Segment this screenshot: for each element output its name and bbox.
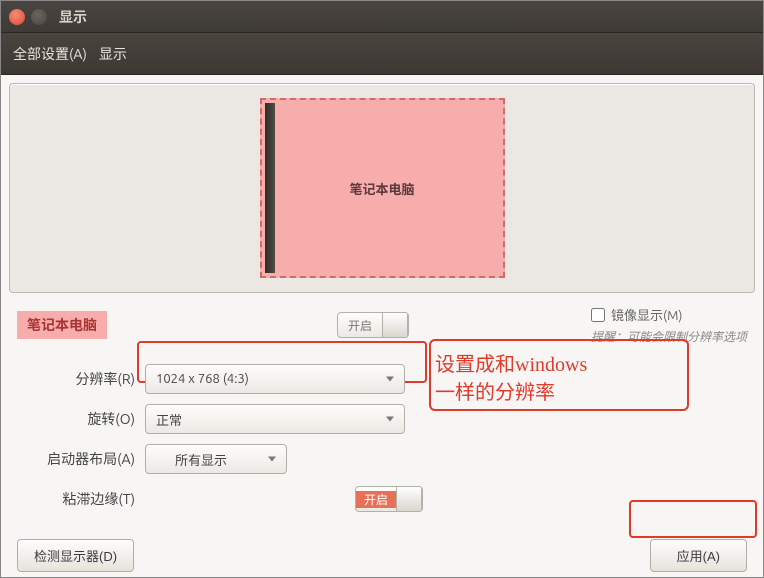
sticky-edges-toggle[interactable]: 开启 (355, 486, 423, 512)
chevron-down-icon (386, 377, 394, 382)
monitor-preview-label: 笔记本电脑 (349, 179, 414, 198)
breadcrumb: 全部设置(A) 显示 (1, 33, 763, 75)
monitor-power-toggle[interactable]: 开启 (337, 312, 409, 338)
annotation-apply-highlight (629, 500, 757, 538)
toggle-knob-icon (382, 313, 408, 337)
detect-displays-button[interactable]: 检测显示器(D) (17, 539, 134, 572)
launcher-select[interactable]: 所有显示 (145, 444, 287, 474)
breadcrumb-all-settings[interactable]: 全部设置(A) (13, 44, 87, 64)
annotation-note-box (429, 339, 689, 411)
launcher-label: 启动器布局(A) (17, 449, 145, 469)
rotation-select[interactable]: 正常 (145, 404, 405, 434)
monitor-preview[interactable]: 笔记本电脑 (260, 98, 505, 278)
monitor-header-row: 笔记本电脑 开启 镜像显示(M) 提醒：可能会限制分辨率选项 (9, 293, 755, 345)
launcher-value: 所有显示 (175, 450, 227, 469)
chevron-down-icon (268, 457, 276, 462)
row-launcher: 启动器布局(A) 所有显示 (17, 439, 747, 479)
resolution-select[interactable]: 1024 x 768 (4:3) (145, 364, 405, 394)
display-preview: 笔记本电脑 (9, 83, 755, 293)
rotation-value: 正常 (156, 410, 182, 429)
monitor-name-badge: 笔记本电脑 (17, 311, 107, 339)
toggle-knob-icon (396, 487, 422, 511)
mirror-checkbox[interactable] (591, 308, 605, 322)
apply-button[interactable]: 应用(A) (650, 539, 747, 572)
window-minimize-icon[interactable] (31, 9, 47, 25)
form-area: 分辨率(R) 1024 x 768 (4:3) 设置成和windows 一样的分… (9, 345, 755, 519)
toggle-on-label: 开启 (356, 491, 396, 508)
mirror-label: 镜像显示(M) (611, 305, 683, 324)
titlebar: 显示 (1, 1, 763, 33)
resolution-label: 分辨率(R) (17, 369, 145, 389)
breadcrumb-current: 显示 (99, 44, 127, 64)
window-title: 显示 (59, 7, 87, 27)
chevron-down-icon (386, 417, 394, 422)
sticky-label: 粘滞边缘(T) (17, 489, 145, 509)
content-area: 笔记本电脑 笔记本电脑 开启 镜像显示(M) 提醒：可能会限制分辨率选项 分辨率… (1, 75, 763, 577)
rotation-label: 旋转(O) (17, 409, 145, 429)
window-close-icon[interactable] (9, 9, 25, 25)
resolution-value: 1024 x 768 (4:3) (156, 372, 249, 386)
toggle-on-label: 开启 (338, 317, 382, 334)
